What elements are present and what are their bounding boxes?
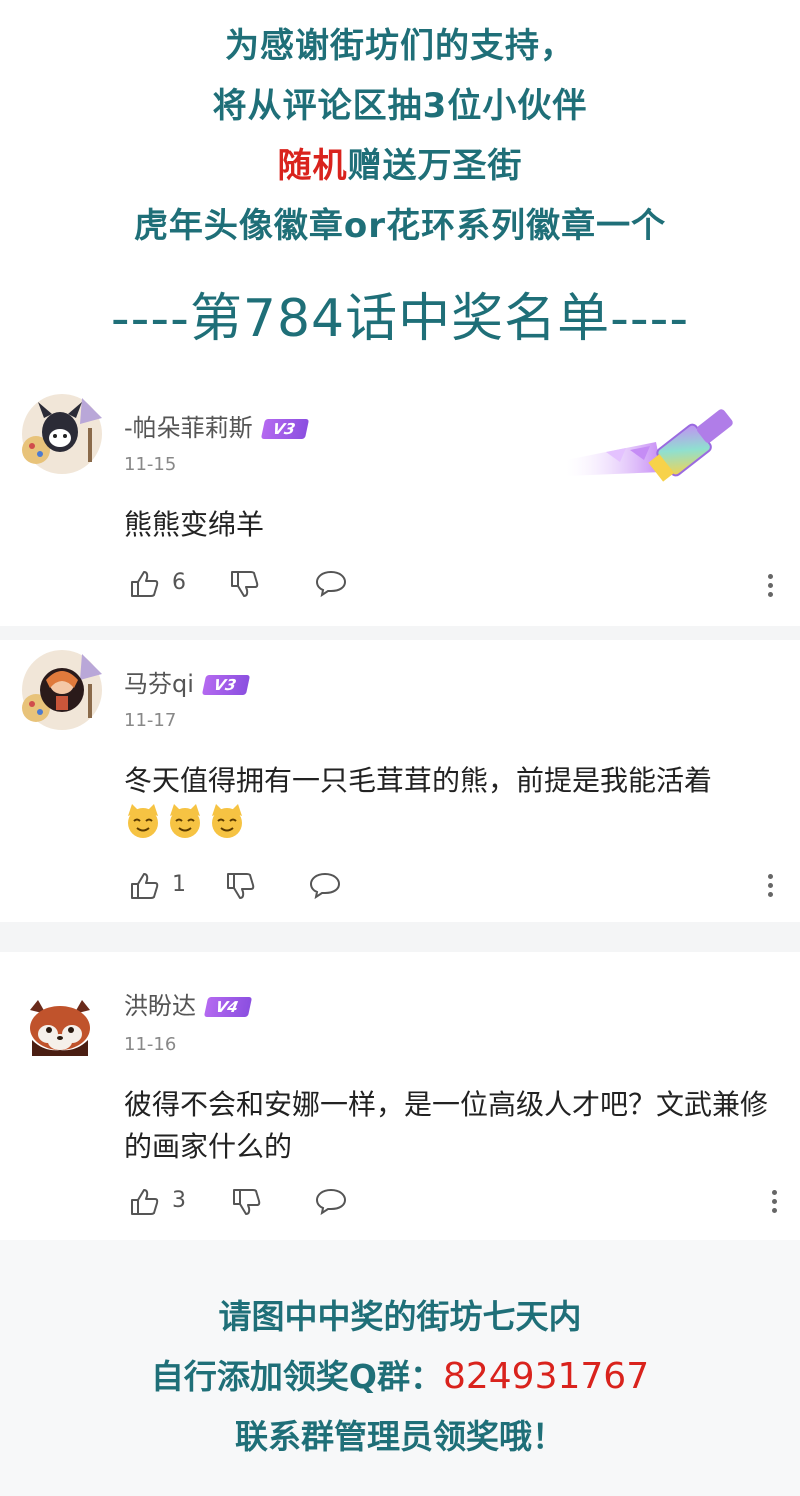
dislike-icon[interactable] xyxy=(224,870,256,902)
comment-card: 洪盼达 V4 11-16 彼得不会和安娜一样，是一位高级人才吧？文武兼修的画家什么… xyxy=(0,952,800,1240)
dislike-icon[interactable] xyxy=(230,1186,262,1218)
like-icon[interactable] xyxy=(128,568,160,600)
more-icon[interactable] xyxy=(772,1190,778,1217)
footer-line-3: 联系群管理员领奖哦！ xyxy=(235,1417,565,1456)
like-icon[interactable] xyxy=(128,1186,160,1218)
cat-emoji xyxy=(170,804,200,838)
brush-decoration xyxy=(566,409,733,482)
comment-date: 11-15 xyxy=(124,454,177,475)
comment-actions: 6 xyxy=(128,568,768,604)
comment-divider xyxy=(0,626,800,640)
comment-username[interactable]: -帕朵菲莉斯 V3 xyxy=(124,408,309,443)
cat-emoji xyxy=(128,804,158,838)
comment-username[interactable]: 洪盼达 V4 xyxy=(124,986,253,1021)
dislike-icon[interactable] xyxy=(228,568,260,600)
comment-text: 冬天值得拥有一只毛茸茸的熊，前提是我能活着 xyxy=(124,764,713,797)
like-count: 6 xyxy=(172,570,186,595)
comment-date: 11-17 xyxy=(124,710,177,731)
comment-text: 彼得不会和安娜一样，是一位高级人才吧？文武兼修的画家什么的 xyxy=(124,1088,769,1163)
more-icon[interactable] xyxy=(768,574,774,601)
header-line-2: 将从评论区抽3位小伙伴 xyxy=(212,86,588,126)
more-icon[interactable] xyxy=(768,874,774,901)
footer-group-label: 自行添加领奖Q群： xyxy=(150,1357,443,1396)
username-text[interactable]: 马芬qi xyxy=(124,670,194,698)
comment-actions: 3 xyxy=(128,1186,768,1222)
level-badge: V3 xyxy=(201,675,251,695)
like-icon[interactable] xyxy=(128,870,160,902)
reply-icon[interactable] xyxy=(314,1186,348,1216)
comment-text: 熊熊变绵羊 xyxy=(124,508,265,541)
like-count: 1 xyxy=(172,872,186,897)
username-text[interactable]: 洪盼达 xyxy=(124,992,196,1020)
comment-card: -帕朵菲莉斯 V3 11-15 熊熊变绵羊 6 xyxy=(0,376,800,626)
header-line-4: 虎年头像徽章or花环系列徽章一个 xyxy=(133,206,667,246)
header-random-highlight: 随机 xyxy=(277,146,348,186)
user-avatar[interactable] xyxy=(24,1000,96,1056)
footer-line-2: 自行添加领奖Q群：824931767 xyxy=(0,1350,800,1398)
comment-card: 马芬qi V3 11-17 冬天值得拥有一只毛茸茸的熊，前提是我能活着 1 xyxy=(0,640,800,922)
username-text[interactable]: -帕朵菲莉斯 xyxy=(124,414,253,442)
comment-username[interactable]: 马芬qi V3 xyxy=(124,664,251,699)
winners-title: ----第784话中奖名单---- xyxy=(110,289,690,349)
header-line-3-rest: 赠送万圣街 xyxy=(347,146,523,186)
cat-emoji xyxy=(212,804,242,838)
level-badge: V4 xyxy=(203,997,253,1017)
level-badge: V3 xyxy=(260,419,309,439)
header-line-1: 为感谢街坊们的支持， xyxy=(225,26,575,66)
like-count: 3 xyxy=(172,1188,186,1213)
reply-icon[interactable] xyxy=(314,568,348,598)
comment-actions: 1 xyxy=(128,870,768,906)
header-line-3: 随机赠送万圣街 xyxy=(0,138,800,187)
qq-group-number: 824931767 xyxy=(442,1356,650,1397)
emoji-row xyxy=(124,802,250,840)
claim-instructions: 请图中中奖的街坊七天内 自行添加领奖Q群：824931767 联系群管理员领奖哦… xyxy=(0,1240,800,1496)
footer-line-1: 请图中中奖的街坊七天内 xyxy=(218,1297,582,1336)
user-avatar[interactable] xyxy=(16,388,108,480)
reply-icon[interactable] xyxy=(308,870,342,900)
user-avatar[interactable] xyxy=(16,644,108,736)
comment-divider xyxy=(0,922,800,952)
comment-date: 11-16 xyxy=(124,1034,177,1055)
